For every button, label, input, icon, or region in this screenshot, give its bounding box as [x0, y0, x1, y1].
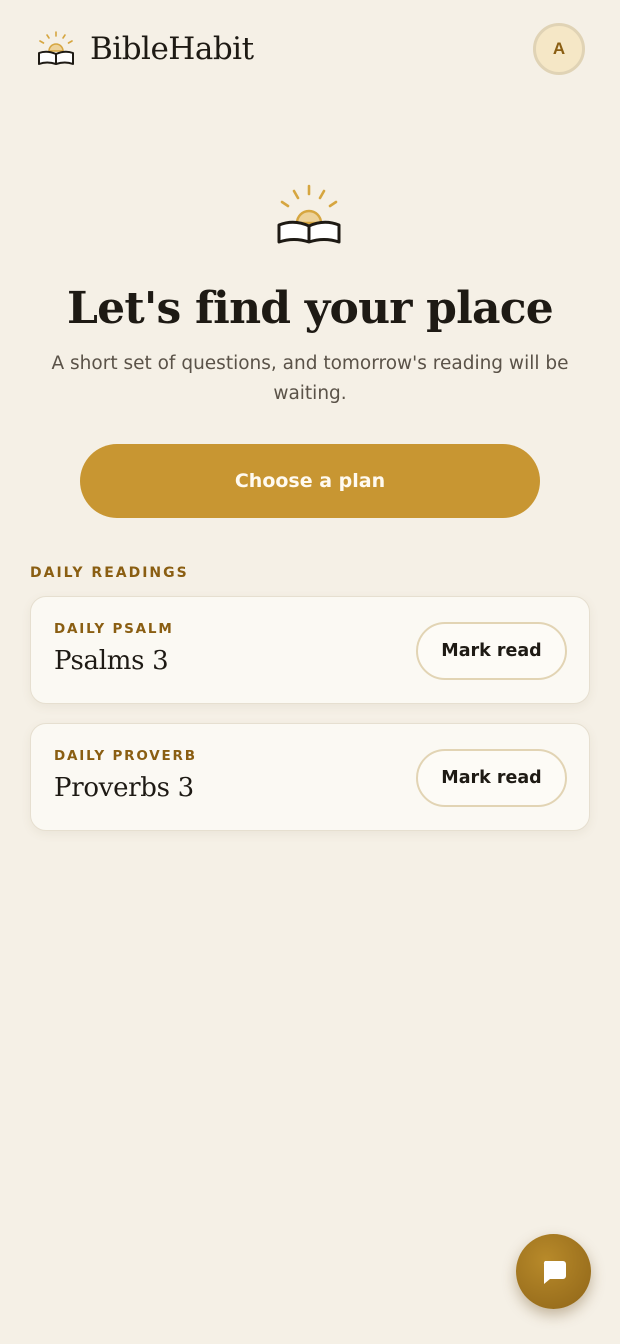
chat-bubble-icon	[543, 1260, 566, 1284]
page-subtitle: A short set of questions, and tomorrow's…	[51, 353, 569, 404]
reading-card-kicker: DAILY PROVERB	[54, 748, 197, 764]
mark-read-button[interactable]: Mark read	[416, 749, 567, 807]
app-header: BibleHabit A	[0, 0, 620, 98]
brand-name[interactable]: BibleHabit	[90, 28, 254, 70]
daily-readings-heading: DAILY READINGS	[30, 565, 189, 581]
page-title: Let's find your place	[67, 283, 554, 334]
choose-plan-button[interactable]: Choose a plan	[80, 444, 540, 518]
reading-card-proverb: DAILY PROVERB Proverbs 3 Mark read	[30, 723, 590, 831]
reading-card-title: Psalms 3	[54, 646, 169, 676]
reading-card-kicker: DAILY PSALM	[54, 621, 174, 637]
chat-button[interactable]	[516, 1234, 591, 1309]
sunrise-open-book-icon	[277, 184, 341, 244]
reading-card-psalm: DAILY PSALM Psalms 3 Mark read	[30, 596, 590, 704]
sunrise-open-book-icon	[38, 31, 74, 65]
mark-read-button[interactable]: Mark read	[416, 622, 567, 680]
reading-card-title: Proverbs 3	[54, 773, 194, 803]
user-avatar[interactable]: A	[533, 23, 585, 75]
